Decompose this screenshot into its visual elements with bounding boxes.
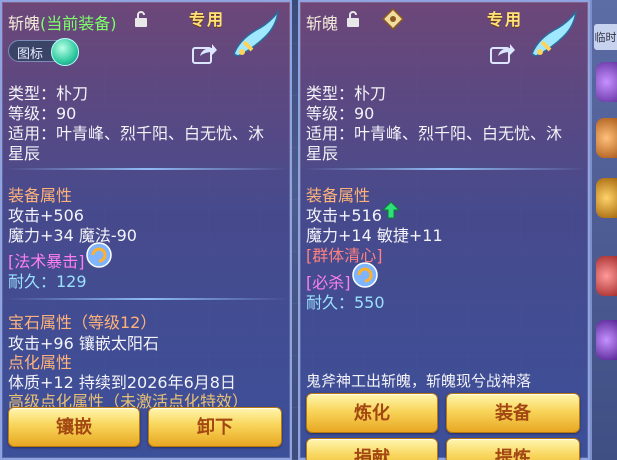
lock-icon[interactable] xyxy=(346,11,360,27)
divider xyxy=(6,298,288,300)
compare-item-panel: 斩魄 专用 类型：朴刀 等级：90 适用：叶青峰、烈千阳、白无忧、沐 星辰 装备… xyxy=(298,0,590,460)
lock-icon[interactable] xyxy=(134,11,148,27)
inlay-button[interactable]: 镶嵌 xyxy=(8,407,140,447)
durability: 耐久：550 xyxy=(306,293,385,312)
item-applies-cont: 星辰 xyxy=(8,144,41,163)
skill-orb-icon[interactable] xyxy=(86,242,112,268)
item-name: 斩魄(当前装备) xyxy=(8,10,117,34)
strip-item-weapon[interactable] xyxy=(596,256,617,296)
item-description: 鬼斧神工出斩魄，斩魄现兮战神落 xyxy=(306,372,532,390)
extract-button[interactable]: 提炼 xyxy=(446,438,580,460)
seal-icon xyxy=(382,8,404,30)
item-applies-cont: 星辰 xyxy=(306,144,339,163)
tab-temporary[interactable]: 临时 xyxy=(594,24,617,50)
equipped-tag: (当前装备) xyxy=(40,14,117,33)
saber-icon xyxy=(531,9,578,57)
equip-button[interactable]: 装备 xyxy=(446,393,580,433)
donate-button[interactable]: 捐献 xyxy=(306,438,438,460)
share-icon[interactable] xyxy=(490,42,516,64)
durability: 耐久：129 xyxy=(8,272,87,291)
item-name-text: 斩魄 xyxy=(8,14,41,33)
icon-toggle-label: 图标 xyxy=(17,47,44,62)
exclusive-badge: 专用 xyxy=(189,10,226,29)
saber-icon xyxy=(233,9,280,57)
refine-button[interactable]: 炼化 xyxy=(306,393,438,433)
item-applies: 适用：叶青峰、烈千阳、白无忧、沐 xyxy=(306,124,563,143)
strip-item-box[interactable] xyxy=(596,320,617,360)
strip-item-gourd[interactable] xyxy=(596,118,617,158)
strip-item-treasure[interactable] xyxy=(596,178,617,218)
tab-temporary-label: 临时 xyxy=(594,31,617,44)
toggle-knob[interactable] xyxy=(51,38,79,66)
divider xyxy=(304,168,586,170)
unequip-button[interactable]: 卸下 xyxy=(148,407,282,447)
skill-orb-icon[interactable] xyxy=(352,262,378,288)
divider xyxy=(6,168,288,170)
arrow-up-icon xyxy=(382,201,400,219)
icon-toggle[interactable]: 图标 xyxy=(8,38,79,66)
equipped-item-panel: 斩魄(当前装备) 专用 图标 类型：朴刀 等级：90 适用：叶青峰、烈千阳、白无… xyxy=(0,0,292,460)
item-name: 斩魄 xyxy=(306,14,339,33)
item-applies: 适用：叶青峰、烈千阳、白无忧、沐 xyxy=(8,124,265,143)
exclusive-badge: 专用 xyxy=(487,10,524,29)
magic-stat: 魔力+34 魔法-90 xyxy=(8,226,137,245)
share-icon[interactable] xyxy=(192,42,218,64)
strip-item-potion[interactable] xyxy=(596,62,617,102)
